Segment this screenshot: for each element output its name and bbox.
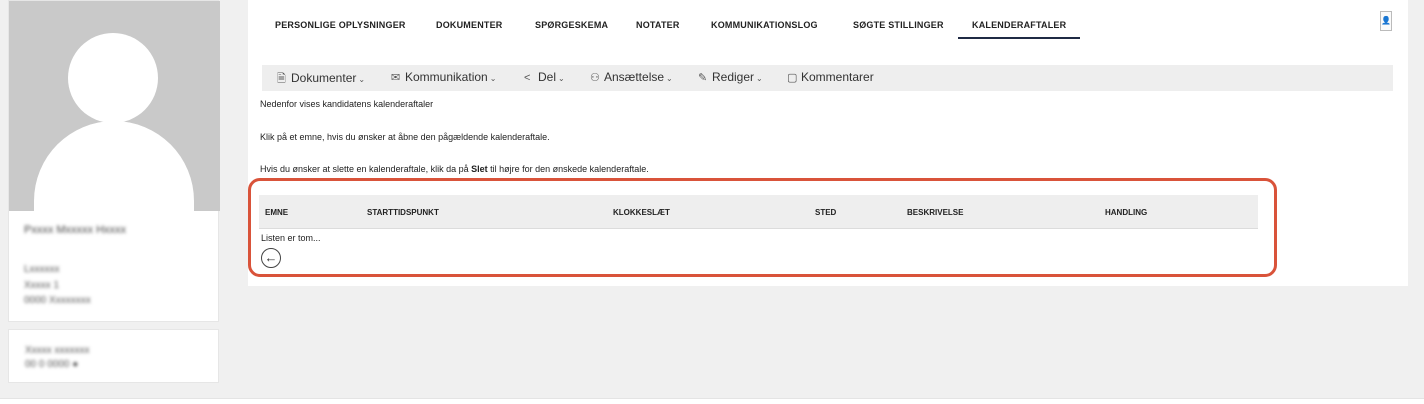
bottom-strip [0,398,1424,404]
action-toolbar: 🗎 Dokumenter ⌄ ✉ Kommunikation ⌄ < Del ⌄ ⚇ Ansæ… [262,65,1393,91]
profile-name: Pxxxx Mxxxxx Hxxxx [24,224,127,236]
tab-personlige-oplysninger[interactable]: PERSONLIGE OPLYSNINGER [275,20,406,30]
edit-icon: ✎ [698,72,708,84]
info-card: Xxxxx xxxxxxx 00 0 0000 ● [8,329,219,383]
document-icon: 🗎 [277,73,286,85]
slet-keyword: Slet [471,164,488,174]
toolbar-dokumenter[interactable]: 🗎 Dokumenter ⌄ [277,70,365,89]
chevron-down-icon: ⌄ [666,74,673,83]
highlight-frame [248,178,1277,277]
tab-spoergeskema[interactable]: SPØRGESKEMA [535,20,608,30]
tab-soegte-stillinger[interactable]: SØGTE STILLINGER [853,20,944,30]
profile-line-2: Xxxxx 1 [24,280,60,291]
chevron-down-icon: ⌄ [558,74,565,83]
instruction-delete-text: Hvis du ønsker at slette en kalenderafta… [260,164,649,174]
intro-text: Nedenfor vises kandidatens kalenderaftal… [260,99,434,109]
tab-notater[interactable]: NOTATER [636,20,680,30]
person-icon[interactable]: 👤 [1380,11,1392,31]
chevron-down-icon: ⌄ [489,74,497,83]
instruction-open-text: Klik på et emne, hvis du ønsker at åbne … [260,132,550,142]
tab-dokumenter[interactable]: DOKUMENTER [436,20,503,30]
toolbar-del[interactable]: < Del ⌄ [524,70,565,84]
tab-bar: PERSONLIGE OPLYSNINGER DOKUMENTER SPØRGE… [248,0,1408,50]
profile-line-3: 0000 Xxxxxxxx [24,295,91,306]
left-column: Pxxxx Mxxxxx Hxxxx Lxxxxxx Xxxxx 1 0000 … [8,0,220,383]
profile-card: Pxxxx Mxxxxx Hxxxx Lxxxxxx Xxxxx 1 0000 … [8,0,220,322]
info-line-2: 00 0 0000 ● [25,359,79,370]
tab-kalenderaftaler[interactable]: KALENDERAFTALER [957,20,1081,39]
chevron-down-icon: ⌄ [756,74,763,83]
tab-kommunikationslog[interactable]: KOMMUNIKATIONSLOG [711,20,818,30]
profile-line-1: Lxxxxxx [24,264,60,275]
envelope-icon: ✉ [391,72,401,84]
toolbar-rediger[interactable]: ✎ Rediger ⌄ [698,70,763,84]
info-line-1: Xxxxx xxxxxxx [25,345,90,356]
toolbar-kommentarer[interactable]: ▢ Kommentarer [787,70,874,84]
share-icon: < [524,72,531,84]
comment-icon: ▢ [787,72,798,84]
toolbar-kommunikation[interactable]: ✉ Kommunikation ⌄ [391,70,496,84]
user-placeholder-icon [9,1,220,211]
toolbar-ansaettelse[interactable]: ⚇ Ansættelse ⌄ [590,70,673,84]
user-check-icon: ⚇ [590,72,600,84]
chevron-down-icon: ⌄ [358,75,366,84]
